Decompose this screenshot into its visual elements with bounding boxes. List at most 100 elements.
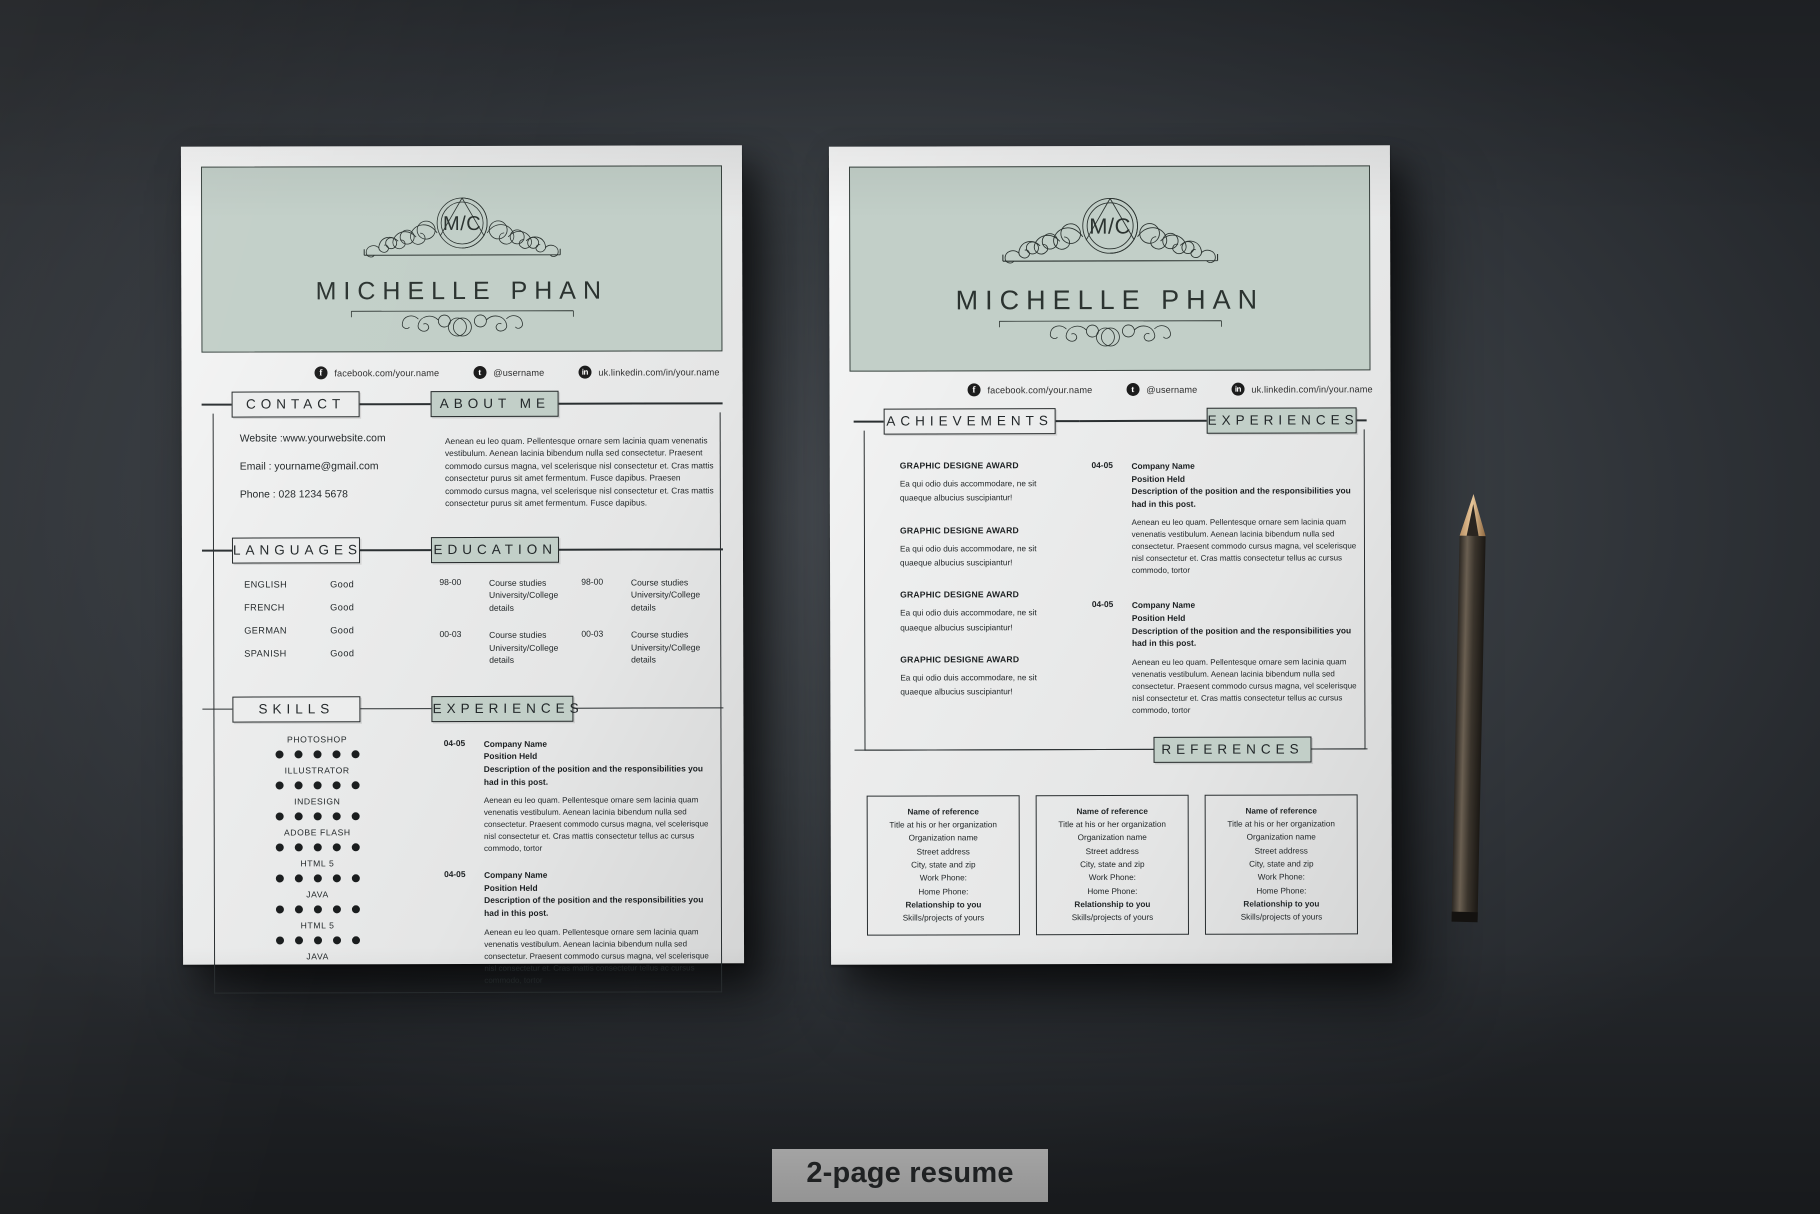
linkedin-label: uk.linkedin.com/in/your.name [598, 366, 720, 378]
section-header-skills: SKILLS [202, 695, 432, 723]
twitter-label: @username [1146, 384, 1198, 395]
monogram-crest-icon: M/C [363, 197, 561, 258]
education-list: 98-00 Course studies University/College … [431, 562, 723, 681]
achievement-item: GRAPHIC DESIGNE AWARD Ea qui odio duis a… [900, 525, 1068, 571]
social-link-facebook[interactable]: f facebook.com/your.name [314, 366, 439, 380]
linkedin-label: uk.linkedin.com/in/your.name [1251, 383, 1373, 395]
resume-page-1: M/C MICHELLE PHAN f facebook.com/your.na… [180, 145, 745, 994]
linkedin-icon: in [578, 365, 592, 379]
monogram-block: M/C MICHELLE PHAN [202, 192, 721, 338]
reference-work-phone: Work Phone: [1088, 873, 1136, 883]
reference-title: Title at his or her organization [889, 820, 997, 830]
skill-name: JAVA [306, 951, 329, 962]
page2-header-banner: M/C MICHELLE PHAN [848, 165, 1371, 372]
achievement-line2: quaeque albucius suscipiantur! [899, 493, 1013, 503]
experience-years: 04-05 [1091, 599, 1114, 610]
reference-title: Title at his or her organization [1058, 820, 1166, 830]
education-item: 98-00 Course studies University/College … [439, 577, 581, 615]
education-school: University/College details [630, 589, 701, 613]
section-title-experiences-p1: EXPERIENCES [431, 695, 584, 722]
resume-name: MICHELLE PHAN [955, 284, 1265, 316]
section-header-experiences-p2: EXPERIENCES [1079, 407, 1367, 434]
experience-description: Description of the position and the resp… [1131, 485, 1351, 509]
experiences-list-p2: 04-05 Company Name Position Held Descrip… [1079, 433, 1367, 717]
achievement-item: GRAPHIC DESIGNE AWARD Ea qui odio duis a… [900, 460, 1068, 506]
skills-list: PHOTOSHOP ILLUSTRATOR INDESIGN ADOBE FLA… [202, 722, 432, 962]
section-title-achievements: ACHIEVEMENTS [883, 408, 1056, 435]
skill-name: ADOBE FLASH [283, 827, 351, 838]
education-years: 98-00 [439, 577, 462, 588]
social-link-twitter[interactable]: t @username [473, 365, 545, 379]
skill-rating [203, 873, 432, 883]
skill-name: HTML 5 [300, 858, 335, 869]
page1-social-links: f facebook.com/your.name t @username in … [182, 365, 743, 380]
achievement-line1: Ea qui odio duis accommodare, ne sit [900, 673, 1037, 683]
experience-years: 04-05 [1091, 459, 1113, 471]
contact-phone: Phone : 028 1234 5678 [239, 489, 348, 501]
education-years: 98-00 [581, 576, 604, 587]
reference-card: Name of reference Title at his or her or… [866, 795, 1020, 937]
page1-header-banner: M/C MICHELLE PHAN [200, 165, 723, 353]
section-title-about: ABOUT ME [430, 390, 559, 418]
social-link-linkedin[interactable]: in uk.linkedin.com/in/your.name [578, 365, 720, 379]
section-header-contact: CONTACT [201, 391, 431, 418]
svg-text:M/C: M/C [1089, 213, 1131, 238]
social-link-linkedin[interactable]: in uk.linkedin.com/in/your.name [1231, 382, 1373, 396]
experiences-list-p1: 04-05 Company Name Position Held Descrip… [432, 721, 724, 987]
resume-name: MICHELLE PHAN [315, 276, 609, 306]
language-row: ENGLISH Good [244, 579, 431, 589]
education-course: Course studies [630, 629, 689, 640]
contact-list: Website :www.yourwebsite.com Email : you… [202, 417, 431, 501]
achievement-item: GRAPHIC DESIGNE AWARD Ea qui odio duis a… [900, 654, 1068, 700]
section-title-experiences-p2: EXPERIENCES [1206, 407, 1359, 434]
section-header-about: ABOUT ME [430, 390, 723, 418]
section-title-languages: LANGUAGES [231, 537, 362, 564]
achievement-line2: quaeque albucius suscipiantur! [900, 687, 1013, 697]
reference-org: Organization name [1246, 832, 1316, 843]
social-link-twitter[interactable]: t @username [1126, 382, 1198, 396]
experience-description: Description of the position and the resp… [1131, 625, 1352, 649]
reference-home-phone: Home Phone: [1256, 886, 1307, 896]
twitter-icon: t [473, 365, 487, 379]
section-title-references: REFERENCES [1153, 736, 1312, 763]
achievement-title: GRAPHIC DESIGNE AWARD [899, 524, 1019, 536]
skill-rating [203, 780, 432, 790]
svg-text:M/C: M/C [443, 213, 481, 235]
twitter-label: @username [493, 367, 545, 378]
section-header-education: EDUCATION [431, 536, 723, 564]
experience-company: Company Name [484, 869, 548, 881]
language-name: FRENCH [244, 602, 285, 613]
reference-street: Street address [1085, 846, 1139, 856]
experience-item: 04-05 Company Name Position Held Descrip… [1091, 459, 1357, 577]
social-link-facebook[interactable]: f facebook.com/your.name [967, 383, 1093, 397]
skill-name: INDESIGN [294, 796, 341, 807]
skill-name: HTML 5 [300, 920, 335, 931]
about-text: Aenean eu leo quam. Pellentesque ornare … [444, 435, 714, 509]
reference-name: Name of reference [907, 807, 979, 817]
experience-item: 04-05 Company Name Position Held Descrip… [444, 868, 714, 986]
language-level: Good [330, 579, 355, 590]
section-title-education: EDUCATION [431, 536, 560, 564]
reference-city: City, state and zip [911, 860, 976, 870]
reference-street: Street address [916, 847, 970, 857]
flourish-icon [998, 320, 1222, 347]
experience-company: Company Name [1131, 600, 1196, 611]
experience-description: Description of the position and the resp… [483, 763, 703, 787]
achievement-line1: Ea qui odio duis accommodare, ne sit [899, 543, 1037, 554]
education-item: 98-00 Course studies University/College … [581, 576, 723, 614]
reference-org: Organization name [908, 833, 978, 843]
skill-rating [203, 842, 432, 852]
experience-body: Aenean eu leo quam. Pellentesque ornare … [1131, 657, 1357, 715]
education-school: University/College details [489, 642, 559, 666]
language-level: Good [330, 648, 355, 659]
experience-body: Aenean eu leo quam. Pellentesque ornare … [484, 926, 709, 985]
language-name: GERMAN [244, 625, 287, 636]
experience-position: Position Held [484, 882, 538, 893]
education-item: 00-03 Course studies University/College … [439, 629, 581, 667]
education-course: Course studies [489, 630, 547, 641]
achievement-title: GRAPHIC DESIGNE AWARD [900, 589, 1020, 600]
reference-card: Name of reference Title at his or her or… [1204, 794, 1358, 936]
reference-skills: Skills/projects of yours [1071, 913, 1154, 923]
facebook-label: facebook.com/your.name [987, 384, 1093, 395]
education-item: 00-03 Course studies University/College … [581, 629, 723, 667]
